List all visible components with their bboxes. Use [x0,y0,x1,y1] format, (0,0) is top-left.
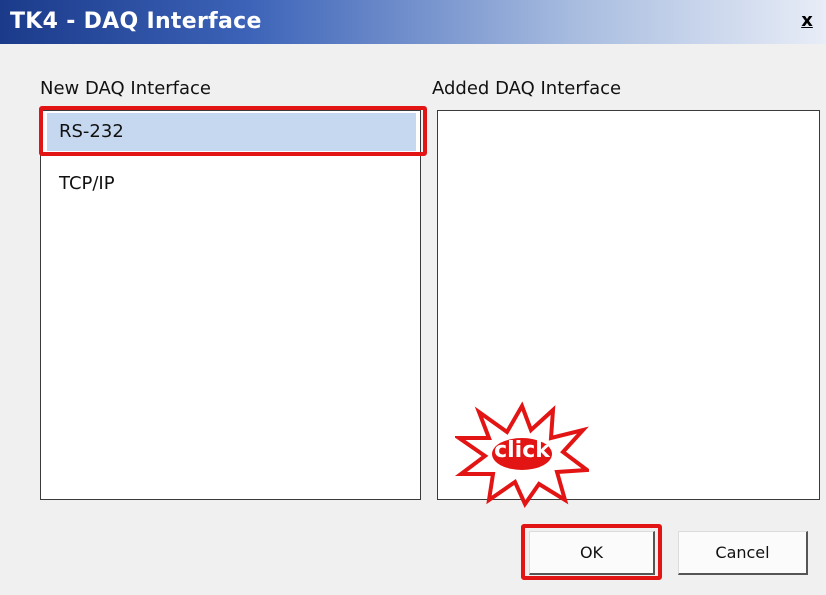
list-item-tcpip[interactable]: TCP/IP [47,165,416,203]
new-interface-label: New DAQ Interface [40,78,211,99]
dialog-window: TK4 - DAQ Interface x New DAQ Interface … [0,0,826,595]
click-callout-text: click [494,438,550,463]
ok-button[interactable]: OK [529,531,655,575]
added-interface-label: Added DAQ Interface [432,78,622,99]
window-title: TK4 - DAQ Interface [10,9,262,34]
cancel-button[interactable]: Cancel [678,531,808,575]
new-interface-list[interactable]: RS-232 TCP/IP [40,110,421,500]
close-icon[interactable]: x [796,10,818,32]
list-item-rs232[interactable]: RS-232 [47,113,416,151]
title-bar[interactable]: TK4 - DAQ Interface x [0,0,826,44]
